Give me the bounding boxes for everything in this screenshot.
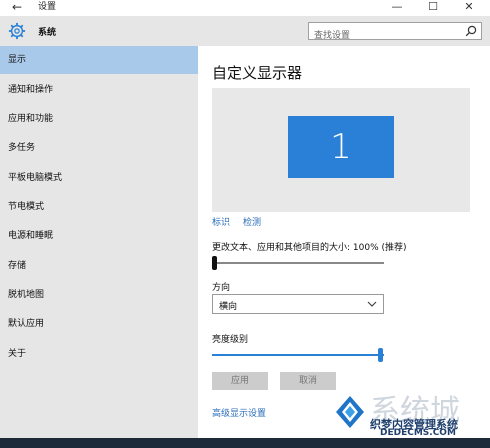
title-bar: ← 设置 — ☐ ✕	[0, 0, 490, 16]
taskbar-edge	[0, 438, 490, 448]
sidebar-item-default-apps[interactable]: 默认应用	[0, 310, 198, 338]
sidebar-item-display[interactable]: 显示	[0, 46, 198, 74]
page-title: 自定义显示器	[212, 64, 303, 82]
scale-slider[interactable]	[212, 256, 384, 270]
advanced-display-settings-link[interactable]: 高级显示设置	[212, 406, 266, 419]
brightness-label: 亮度级别	[212, 335, 249, 345]
orientation-value: 横向	[219, 302, 238, 312]
brightness-slider-fill	[212, 354, 384, 356]
scale-label: 更改文本、应用和其他项目的大小: 100% (推荐)	[212, 243, 407, 253]
sidebar-item-notifications[interactable]: 通知和操作	[0, 76, 198, 104]
sidebar-header-label: 系统	[38, 28, 57, 38]
apply-button[interactable]: 应用	[212, 372, 268, 390]
cancel-button[interactable]: 取消	[280, 372, 336, 390]
back-arrow-icon[interactable]: ←	[10, 0, 24, 14]
watermark: 系统城 织梦内容管理系统 DEDECMS.COM	[330, 390, 490, 438]
window-title: 设置	[38, 2, 57, 12]
sidebar-item-tablet-mode[interactable]: 平板电脑模式	[0, 164, 198, 192]
orientation-dropdown[interactable]: 横向	[212, 294, 384, 314]
orientation-label: 方向	[212, 283, 231, 293]
scale-slider-thumb[interactable]	[212, 256, 217, 270]
sidebar-item-power-sleep[interactable]: 电源和睡眠	[0, 222, 198, 250]
search-icon[interactable]	[465, 25, 477, 37]
sidebar-item-multitasking[interactable]: 多任务	[0, 134, 198, 162]
brightness-slider[interactable]	[212, 348, 384, 362]
maximize-icon[interactable]: ☐	[420, 0, 446, 14]
sidebar-item-about[interactable]: 关于	[0, 340, 198, 368]
chevron-down-icon	[367, 301, 377, 307]
detect-link[interactable]: 检测	[243, 215, 261, 228]
identify-link[interactable]: 标识	[212, 215, 230, 228]
search-box[interactable]	[308, 22, 482, 44]
watermark-site-en: DEDECMS.COM	[380, 428, 456, 438]
sidebar-item-storage[interactable]: 存储	[0, 252, 198, 280]
gear-icon	[8, 22, 26, 40]
monitor-tile[interactable]: 1	[288, 116, 394, 178]
close-icon[interactable]: ✕	[456, 0, 482, 14]
minimize-icon[interactable]: —	[384, 0, 410, 14]
watermark-logo-icon	[336, 396, 364, 428]
sidebar: 系统 显示 通知和操作 应用和功能 多任务 平板电脑模式 节电模式 电源和睡眠 …	[0, 16, 198, 448]
search-input[interactable]	[309, 28, 449, 44]
sidebar-item-apps[interactable]: 应用和功能	[0, 105, 198, 133]
sidebar-item-battery-saver[interactable]: 节电模式	[0, 193, 198, 221]
sidebar-item-offline-maps[interactable]: 脱机地图	[0, 281, 198, 309]
brightness-slider-thumb[interactable]	[378, 348, 383, 362]
sidebar-header: 系统	[0, 16, 198, 46]
display-arrangement-area: 1	[212, 88, 470, 212]
scale-slider-track	[212, 262, 384, 264]
top-bar	[198, 16, 490, 46]
